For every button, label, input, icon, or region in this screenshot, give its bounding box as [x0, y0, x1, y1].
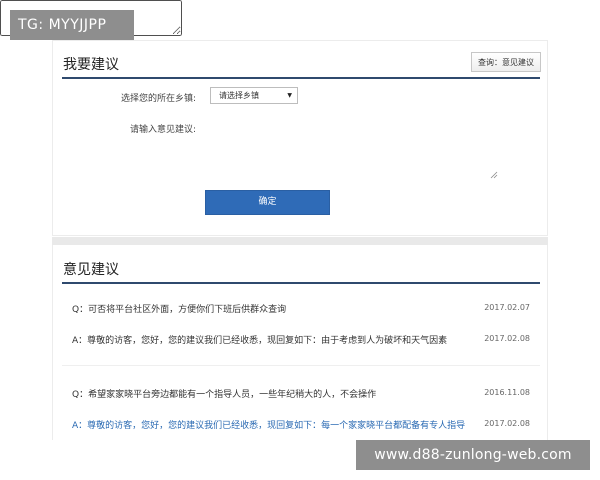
question-date: 2017.02.07	[484, 303, 530, 312]
question-text[interactable]: Q：可否将平台社区外面，方便你们下班后供群众查询	[72, 302, 480, 315]
section-divider	[52, 237, 548, 245]
answer-text[interactable]: A：尊敬的访客，您好，您的建议我们已经收悉，现回复如下：由于考虑到人为破坏和天气…	[72, 333, 480, 346]
suggestion-label: 请输入意见建议:	[129, 125, 196, 135]
tag-badge: TG: MYYJJPP	[10, 10, 134, 40]
town-select[interactable]: 请选择乡镇 ▼	[210, 87, 298, 104]
site-watermark: www.d88-zunlong-web.com	[356, 440, 590, 470]
list-separator	[62, 365, 540, 366]
town-label: 选择您的所在乡镇:	[120, 94, 196, 104]
question-date: 2016.11.08	[484, 388, 530, 397]
answer-date: 2017.02.08	[484, 334, 530, 343]
confirm-button[interactable]: 确定	[205, 190, 330, 215]
resize-grip-icon[interactable]	[490, 171, 498, 179]
page: 我要建议 查询：意见建议 选择您的所在乡镇: 请选择乡镇 ▼ 请输入意见建议: …	[0, 0, 600, 480]
form-title-underline	[62, 77, 540, 79]
question-text[interactable]: Q：希望家家晓平台旁边都能有一个指导人员，一些年纪稍大的人，不会操作	[72, 387, 480, 400]
list-title-underline	[62, 282, 540, 284]
query-suggestions-button[interactable]: 查询：意见建议	[471, 52, 541, 72]
town-select-value: 请选择乡镇	[219, 91, 259, 100]
list-section-title: 意见建议	[63, 262, 119, 278]
form-section-title: 我要建议	[63, 57, 119, 73]
answer-date: 2017.02.08	[484, 419, 530, 428]
dropdown-arrow-icon: ▼	[287, 92, 292, 99]
answer-text[interactable]: A：尊敬的访客，您好，您的建议我们已经收悉，现回复如下：每一个家家晓平台都配备有…	[72, 418, 480, 431]
